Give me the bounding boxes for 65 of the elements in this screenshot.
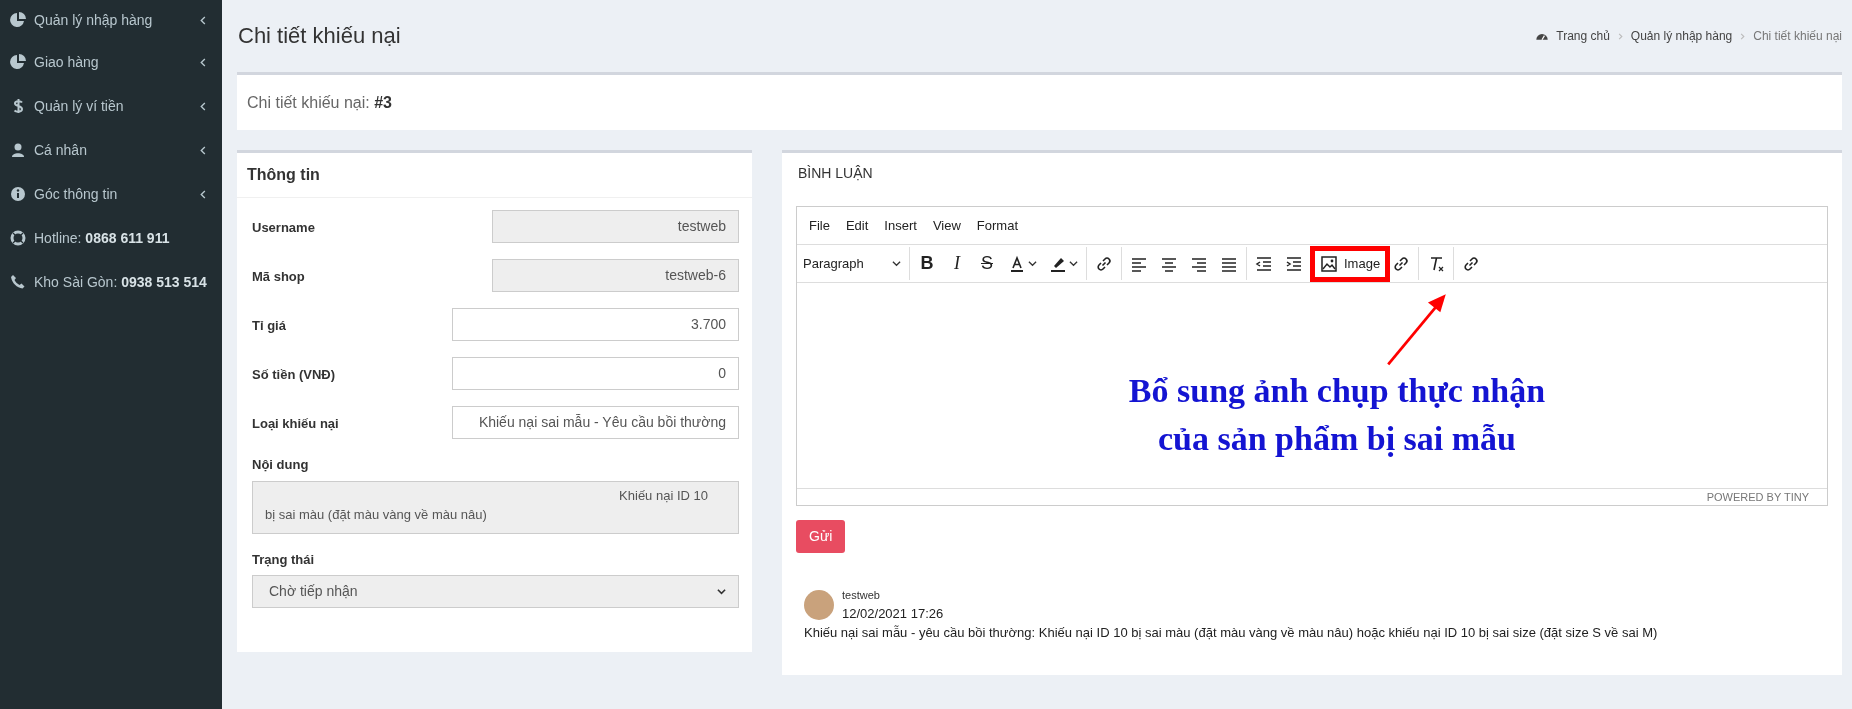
image-icon <box>1320 254 1338 273</box>
link-icon <box>1095 254 1113 273</box>
arrow <box>1387 294 1446 366</box>
image-button[interactable]: Image <box>1314 249 1387 278</box>
breadcrumb-link[interactable]: Quản lý nhập hàng <box>1630 27 1733 45</box>
editor-body[interactable]: Bổ sung ảnh chụp thực nhận của sản phẩm bị sai mẫu <box>797 283 1827 488</box>
status-select[interactable]: Chờ tiếp nhận <box>252 575 739 608</box>
caret-down-icon <box>1028 259 1037 268</box>
input-field[interactable]: 3.700 <box>452 308 739 341</box>
comment-time: 12/02/2021 17:26 <box>842 604 944 623</box>
field-label: Mã shop <box>252 268 305 286</box>
page-title: Chi tiết khiếu nại <box>238 22 401 50</box>
format-button[interactable]: B <box>912 249 942 278</box>
menu-item[interactable]: View <box>924 215 969 236</box>
pie-chart-icon <box>10 12 26 28</box>
sidebar-item[interactable]: Quản lý ví tiền <box>34 95 191 117</box>
input-field[interactable]: testweb-6 <box>492 259 739 292</box>
caret-down-icon <box>892 259 901 268</box>
link-icon <box>1392 254 1411 273</box>
field-label: Trạng thái <box>251 550 316 569</box>
send-button[interactable]: Gửi <box>796 520 846 553</box>
field-label: Loại khiếu nại <box>252 415 339 433</box>
subtitle-text: Chi tiết khiếu nại: #3 <box>237 72 1842 130</box>
input-field[interactable]: 0 <box>452 357 739 390</box>
sidebar-item[interactable]: Hotline: 0868 611 911 <box>34 227 208 249</box>
chevron-right-icon <box>1738 31 1748 41</box>
annotation-text: Bổ sung ảnh chụp thực nhận <box>1127 371 1547 411</box>
sidebar-item[interactable]: Giao hàng <box>34 51 191 73</box>
field-label: Username <box>252 219 315 237</box>
indent-icon <box>1285 254 1303 273</box>
menu-item[interactable]: Edit <box>837 215 877 236</box>
breadcrumb-link[interactable]: Trang chủ <box>1556 27 1610 45</box>
caret-down-icon <box>1069 259 1078 268</box>
input-field[interactable]: Khiếu nại sai mẫu - Yêu cầu bồi thường <box>452 406 739 439</box>
phone-icon <box>10 274 26 290</box>
panel-title: Thông tin <box>237 153 752 198</box>
lifebuoy-icon <box>10 230 26 246</box>
sidebar-item[interactable]: Cá nhân <box>34 139 191 161</box>
avatar <box>804 590 834 620</box>
sidebar-item[interactable]: Kho Sài Gòn: 0938 513 514 <box>34 271 208 293</box>
panel-title: BÌNH LUẬN <box>797 164 874 183</box>
sidebar-item[interactable]: Góc thông tin <box>34 183 191 205</box>
outdent-icon <box>1255 254 1273 273</box>
menu-item[interactable]: Format <box>968 215 1026 236</box>
editor-status-text: POWERED BY TINY <box>797 488 1827 505</box>
content-textarea[interactable]: Khiếu nại ID 10 bị sai màu (đặt màu vàng về màu nâu) <box>252 480 739 534</box>
field-label: Số tiền (VNĐ) <box>252 366 336 384</box>
pie-chart-icon <box>10 54 26 70</box>
comment-text: Khiếu nại sai mẫu - yêu cầu bồi thường: Khiếu nại ID 10 bị sai màu (đặt màu vàng về màu nâu) hoặc khiếu nại ID 10 bị sai size (đặt size S về sai M) <box>804 624 1659 642</box>
menu-item[interactable]: File <box>801 215 838 236</box>
sidebar-item[interactable]: Quản lý nhập hàng <box>34 9 191 31</box>
comment-author: testweb <box>842 588 881 603</box>
text-color-icon <box>1008 254 1026 273</box>
info-icon <box>10 186 26 202</box>
field-label: Tỉ giá <box>252 317 286 335</box>
link-icon <box>1462 254 1481 273</box>
menu-item[interactable]: Insert <box>876 215 925 236</box>
format-dropdown[interactable]: Paragraph <box>797 249 907 278</box>
caret-down-icon <box>717 587 726 596</box>
format-button[interactable]: I <box>942 249 972 278</box>
format-button[interactable]: S <box>972 249 1002 278</box>
annotation-text: của sản phẩm bị sai mẫu <box>1156 419 1517 459</box>
field-label: Nội dung <box>251 456 310 474</box>
user-icon <box>10 142 26 158</box>
input-field[interactable]: testweb <box>492 210 739 243</box>
